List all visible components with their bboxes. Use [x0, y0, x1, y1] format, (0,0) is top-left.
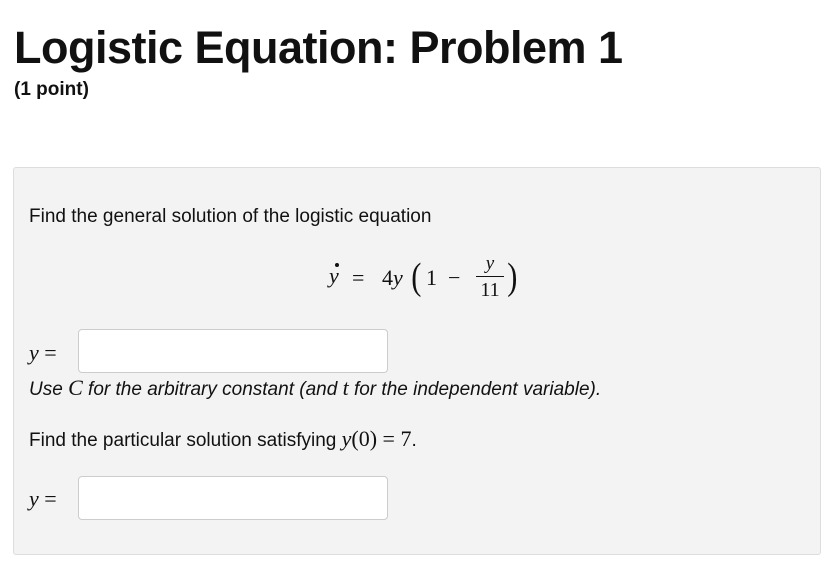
equation-fraction: y 11 [476, 254, 504, 301]
instruction-text: Use C for the arbitrary constant (and t … [29, 375, 602, 401]
equation-lhs: y [329, 263, 339, 288]
derivative-dot [335, 263, 339, 267]
fraction-denominator: 11 [480, 279, 500, 301]
left-paren: ( [411, 256, 422, 298]
right-paren: ) [507, 256, 518, 298]
fraction-bar [476, 276, 504, 277]
answer1-label: y = [29, 340, 57, 365]
equation-minus: − [448, 265, 461, 290]
points-label: (1 point) [14, 79, 89, 100]
fraction-numerator: y [485, 253, 495, 274]
particular-solution-input[interactable] [78, 476, 388, 520]
equation-coefficient: 4y [382, 265, 403, 290]
page-title: Logistic Equation: Problem 1 [14, 22, 623, 73]
problem-intro: Find the general solution of the logisti… [29, 206, 432, 227]
equation-one: 1 [426, 265, 437, 290]
general-solution-input[interactable] [78, 329, 388, 373]
answer2-label: y = [29, 486, 57, 511]
particular-solution-prompt: Find the particular solution satisfying … [29, 426, 417, 452]
equation-equals: = [352, 265, 365, 290]
problem-box: Find the general solution of the logisti… [13, 167, 821, 555]
